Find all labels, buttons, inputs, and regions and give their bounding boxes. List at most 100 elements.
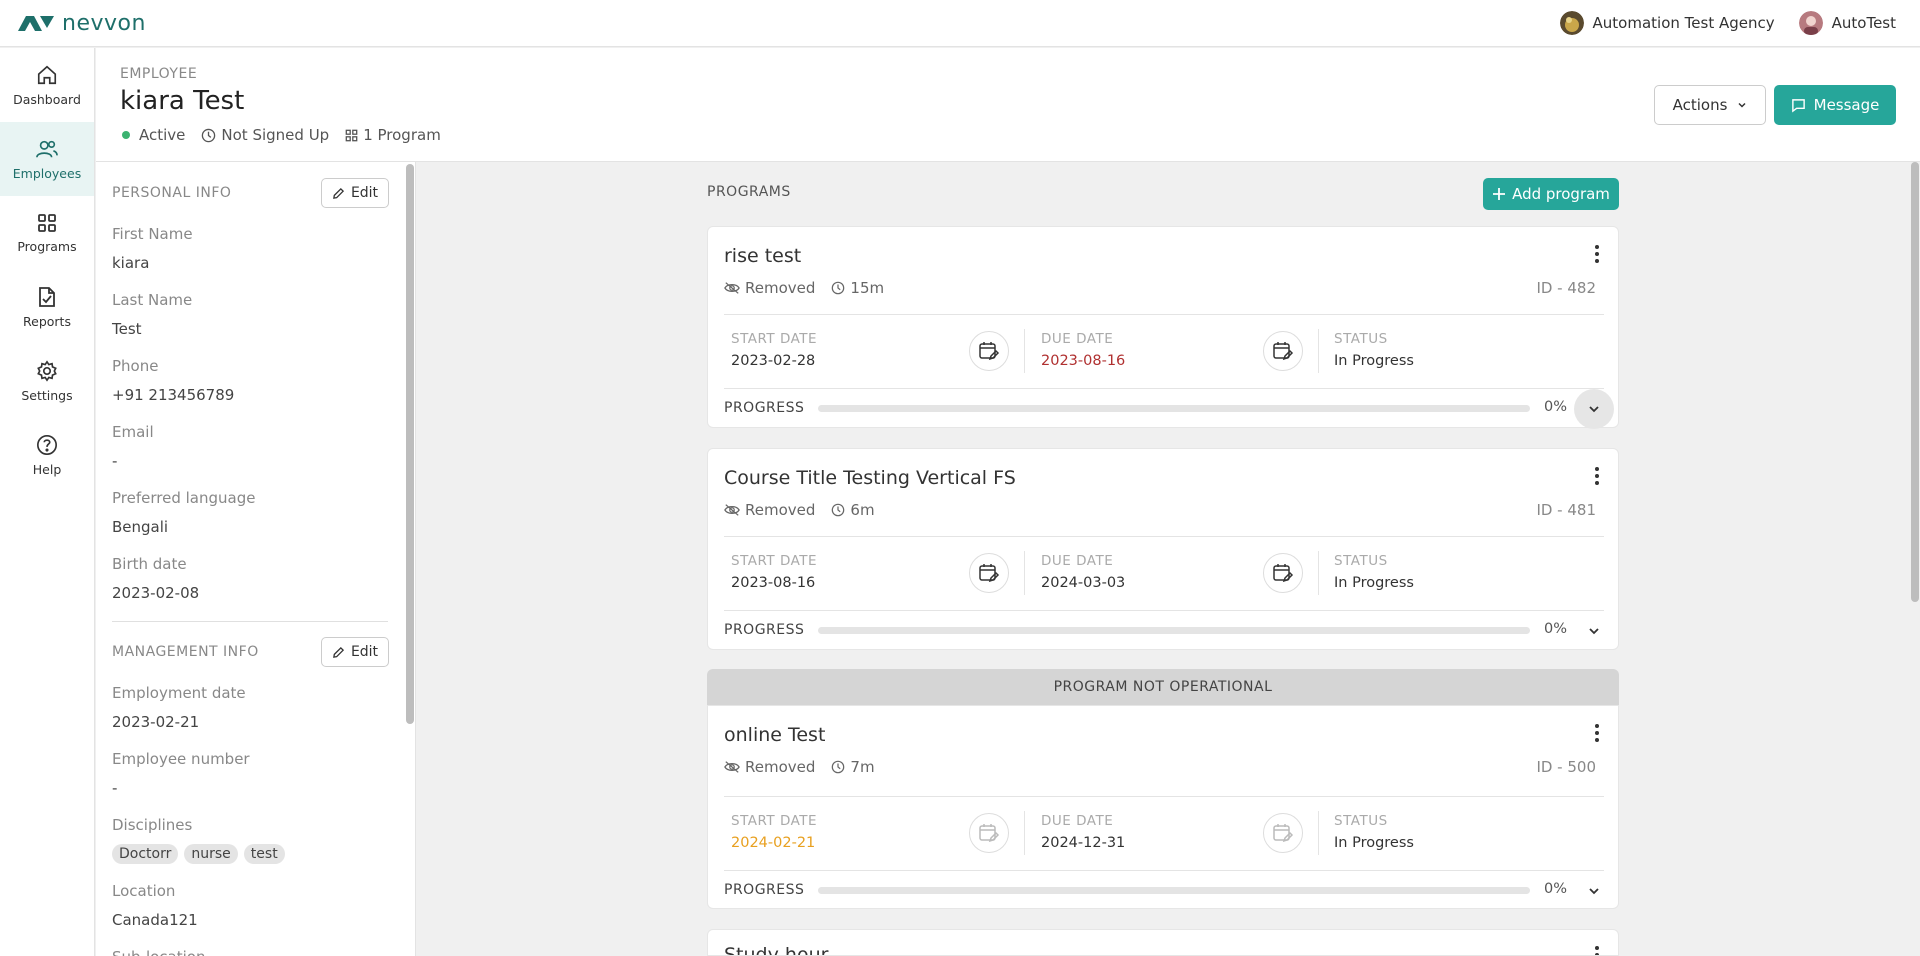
nav-dashboard-label: Dashboard (13, 91, 81, 107)
nav-employees-label: Employees (12, 165, 82, 181)
nav-settings[interactable]: Settings (0, 344, 94, 418)
agency-switcher[interactable]: Automation Test Agency (1559, 11, 1775, 35)
program-not-operational-banner: PROGRAM NOT OPERATIONAL (707, 669, 1619, 705)
visibility-indicator: Removed (724, 279, 815, 297)
calendar-edit-icon (979, 824, 1000, 843)
kebab-menu-icon[interactable] (1594, 465, 1600, 487)
last-name-value: Test (112, 320, 142, 338)
employee-number-value: - (112, 779, 118, 797)
employment-date-label: Employment date (112, 684, 246, 702)
home-icon (37, 65, 57, 84)
expand-toggle[interactable] (1574, 611, 1614, 651)
programs-section-title: PROGRAMS (707, 184, 791, 200)
employee-info-panel: PERSONAL INFO Edit First Name kiara Last… (96, 162, 416, 956)
user-menu[interactable]: AutoTest (1798, 11, 1896, 35)
chevron-down-icon (1589, 628, 1599, 635)
start-date-value: 2024-02-21 (731, 835, 816, 851)
user-name: AutoTest (1831, 14, 1896, 32)
agency-avatar (1559, 11, 1584, 35)
due-date: DUE DATE 2024-12-31 (1041, 813, 1125, 851)
eye-off-icon (724, 761, 740, 773)
program-title[interactable]: Course Title Testing Vertical FS (724, 467, 1016, 489)
duration-indicator: 6m (831, 501, 875, 519)
sublocation-label: Sub-location (112, 948, 205, 956)
signup-text: Not Signed Up (221, 126, 330, 144)
add-program-button[interactable]: Add program (1483, 178, 1619, 210)
birth-date-label: Birth date (112, 555, 187, 573)
users-icon (36, 140, 58, 158)
due-date-value: 2024-03-03 (1041, 575, 1126, 591)
column-divider (1318, 811, 1319, 855)
employment-date-value: 2023-02-21 (112, 713, 200, 731)
email-value: - (112, 452, 118, 470)
program-title[interactable]: online Test (724, 724, 825, 746)
help-icon (37, 434, 57, 455)
calendar-edit-icon (1273, 564, 1294, 583)
expand-toggle[interactable] (1574, 389, 1614, 429)
nav-reports[interactable]: Reports (0, 270, 94, 344)
main-scrollbar[interactable] (1911, 162, 1919, 602)
program-card: Study hour (707, 929, 1619, 956)
edit-due-date-button[interactable] (1263, 331, 1303, 371)
program-id: ID - 481 (1536, 501, 1596, 519)
program-meta: Removed 15m (724, 279, 900, 297)
first-name-label: First Name (112, 225, 193, 243)
progress-row: PROGRESS 0% (708, 388, 1618, 429)
edit-start-date-button[interactable] (969, 331, 1009, 371)
report-icon (39, 286, 55, 307)
info-panel-scrollbar[interactable] (406, 164, 414, 724)
pencil-icon (333, 646, 344, 658)
card-divider (724, 536, 1604, 537)
message-button[interactable]: Message (1774, 85, 1896, 125)
column-divider (1024, 329, 1025, 373)
disciplines-label: Disciplines (112, 816, 193, 834)
add-program-label: Add program (1512, 185, 1610, 203)
program-card: online Test Removed 7m ID - 500 START DA… (707, 705, 1619, 909)
actions-label: Actions (1672, 96, 1728, 114)
brand-name: nevvon (62, 10, 146, 36)
edit-management-info-button[interactable]: Edit (321, 637, 389, 667)
expand-toggle[interactable] (1574, 871, 1614, 911)
eye-off-icon (724, 282, 740, 294)
language-label: Preferred language (112, 489, 256, 507)
user-avatar (1798, 11, 1823, 35)
duration-text: 15m (850, 279, 885, 297)
progress-label: PROGRESS (724, 882, 805, 898)
program-meta: Removed 7m (724, 758, 891, 776)
edit-start-date-button[interactable] (969, 553, 1009, 593)
card-divider (724, 314, 1604, 315)
progress-percent: 0% (1544, 881, 1568, 897)
nav-programs[interactable]: Programs (0, 196, 94, 270)
status-text: Active (139, 126, 186, 144)
nav-employees[interactable]: Employees (0, 122, 94, 196)
status-value: In Progress (1334, 575, 1414, 591)
status-value: In Progress (1334, 353, 1414, 369)
duration-indicator: 15m (831, 279, 884, 297)
actions-dropdown-button[interactable]: Actions (1654, 85, 1766, 125)
start-date-label: START DATE (731, 331, 818, 347)
due-date: DUE DATE 2024-03-03 (1041, 553, 1125, 591)
section-divider (112, 621, 388, 622)
status-label: STATUS (1334, 331, 1388, 347)
calendar-edit-icon (979, 342, 1000, 361)
nav-settings-label: Settings (21, 387, 73, 403)
edit-label: Edit (350, 185, 379, 201)
disciplines-tags: Doctorr nurse test (112, 844, 291, 864)
program-id: ID - 500 (1536, 758, 1596, 776)
program-title[interactable]: Study hour (724, 944, 828, 955)
due-date-label: DUE DATE (1041, 331, 1114, 347)
status-value: In Progress (1334, 835, 1414, 851)
nav-help[interactable]: Help (0, 418, 94, 492)
due-date: DUE DATE 2023-08-16 (1041, 331, 1125, 369)
birth-date-value: 2023-02-08 (112, 584, 200, 602)
kebab-menu-icon[interactable] (1594, 944, 1600, 956)
edit-personal-info-button[interactable]: Edit (321, 178, 389, 208)
nav-dashboard[interactable]: Dashboard (0, 48, 94, 122)
progress-row: PROGRESS 0% (708, 610, 1618, 650)
brand-logo[interactable]: nevvon (16, 11, 146, 36)
kebab-menu-icon[interactable] (1594, 243, 1600, 265)
program-title[interactable]: rise test (724, 245, 801, 267)
kebab-menu-icon[interactable] (1594, 722, 1600, 744)
management-info-title: MANAGEMENT INFO (112, 644, 259, 660)
edit-due-date-button[interactable] (1263, 553, 1303, 593)
